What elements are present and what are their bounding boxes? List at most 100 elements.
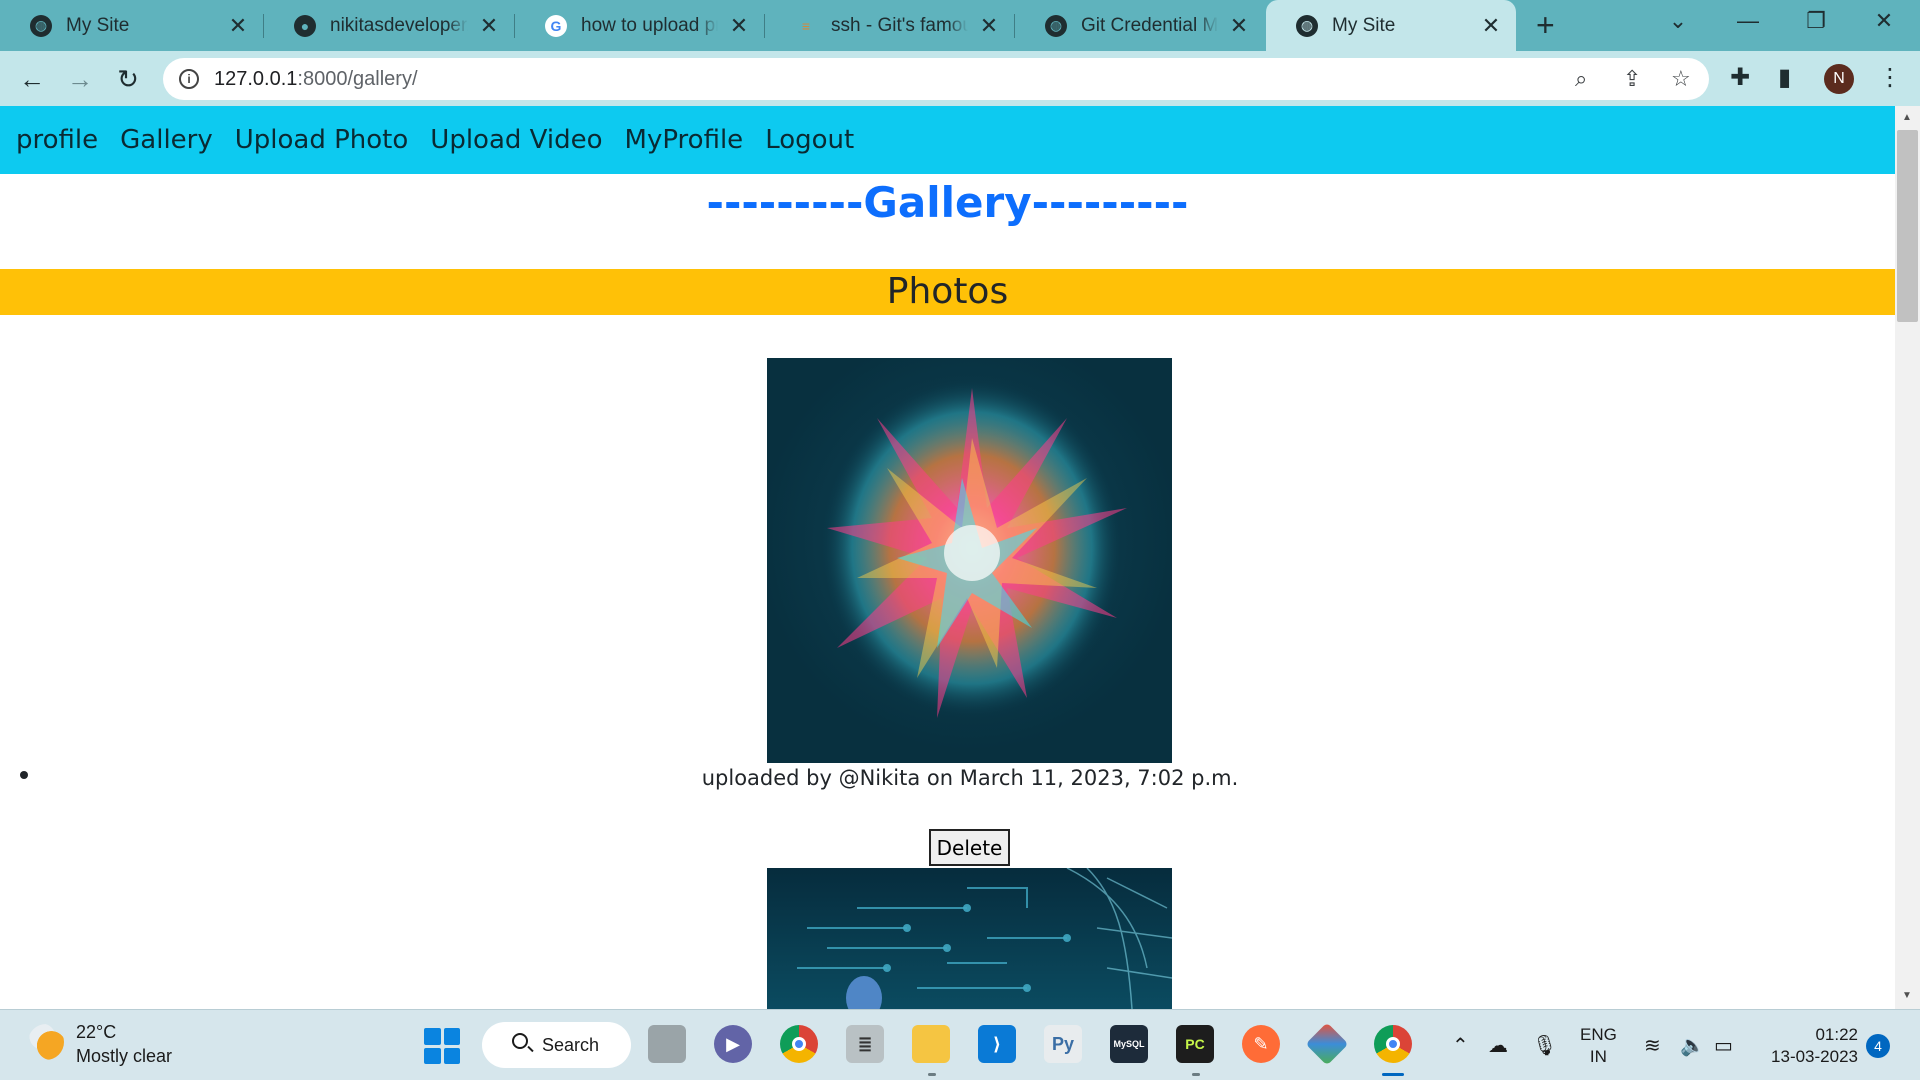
nav-link-profile[interactable]: profile — [16, 125, 98, 155]
language-code: ENG — [1580, 1025, 1617, 1044]
site-info-icon[interactable]: i — [179, 69, 199, 89]
extensions-icon[interactable]: ✚ — [1730, 63, 1750, 92]
address-bar[interactable]: i 127.0.0.1:8000/gallery/ ⌕ ⇪ ☆ — [163, 58, 1709, 100]
battery-icon[interactable]: ▭ — [1714, 1010, 1733, 1080]
taskbar-search[interactable]: Search — [482, 1022, 631, 1068]
globe-icon: ◍ — [1045, 14, 1067, 37]
gallery-photo — [767, 358, 1172, 763]
browser-tab[interactable]: G how to upload proj ✕ — [515, 0, 764, 51]
close-icon[interactable]: ✕ — [1228, 13, 1250, 39]
scroll-up-icon[interactable]: ▲ — [1902, 112, 1912, 123]
git-icon[interactable] — [1305, 1022, 1349, 1066]
back-button[interactable]: ← — [14, 61, 50, 97]
side-panel-icon[interactable]: ▮ — [1778, 63, 1791, 92]
profile-avatar[interactable]: N — [1824, 64, 1854, 94]
onedrive-error-icon[interactable]: ☁ — [1488, 1010, 1508, 1080]
new-tab-button[interactable]: + — [1536, 8, 1555, 42]
github-icon: ● — [294, 14, 316, 37]
clock-date: 13-03-2023 — [1771, 1047, 1858, 1066]
python-icon[interactable]: Py — [1044, 1025, 1082, 1063]
mysql-icon[interactable]: MySQL — [1110, 1025, 1148, 1063]
language-indicator[interactable]: ENG IN — [1580, 1024, 1617, 1068]
tab-title: My Site — [66, 14, 130, 36]
url-host: 127.0.0.1 — [214, 68, 298, 90]
page-viewport: profile Gallery Upload Photo Upload Vide… — [0, 106, 1895, 1009]
url-path: :8000/gallery/ — [297, 68, 418, 90]
browser-tab[interactable]: ≡ ssh - Git's famous " ✕ — [765, 0, 1014, 51]
stackoverflow-icon: ≡ — [801, 17, 811, 34]
browser-tab[interactable]: ● nikitasdeveloper/ga ✕ — [264, 0, 514, 51]
site-navbar: profile Gallery Upload Photo Upload Vide… — [0, 106, 1895, 174]
nav-link-gallery[interactable]: Gallery — [120, 125, 213, 155]
windows-taskbar: 22°C Mostly clear Search ▶ ≣ ⟩ Py MySQL … — [0, 1009, 1920, 1080]
region-code: IN — [1589, 1047, 1607, 1066]
close-icon[interactable]: ✕ — [978, 13, 1000, 39]
nav-link-upload-video[interactable]: Upload Video — [430, 125, 602, 155]
photo-caption: uploaded by @Nikita on March 11, 2023, 7… — [701, 766, 1239, 790]
clock-time: 01:22 — [1815, 1025, 1858, 1044]
weather-temperature[interactable]: 22°C — [76, 1022, 116, 1043]
hidden-icons-chevron-icon[interactable]: ⌃ — [1452, 1010, 1469, 1080]
tab-title: Git Credential Mana — [1081, 14, 1218, 36]
pycharm-icon[interactable]: PC — [1176, 1025, 1214, 1063]
tab-title: My Site — [1332, 14, 1396, 36]
globe-icon: ◍ — [1296, 14, 1318, 37]
notification-badge[interactable]: 4 — [1866, 1034, 1890, 1058]
scroll-thumb[interactable] — [1897, 130, 1918, 322]
chrome-active-icon[interactable] — [1374, 1025, 1412, 1063]
close-icon[interactable]: ✕ — [227, 13, 249, 39]
system-clock[interactable]: 01:22 13-03-2023 — [1762, 1024, 1858, 1068]
page-title: ---------Gallery--------- — [706, 178, 1189, 227]
nav-link-myprofile[interactable]: MyProfile — [625, 125, 744, 155]
microphone-icon[interactable]: 🎙 — [1532, 1010, 1557, 1080]
weather-condition[interactable]: Mostly clear — [76, 1046, 172, 1067]
browser-tab-active[interactable]: ◍ My Site ✕ — [1266, 0, 1516, 51]
browser-tab[interactable]: ◍ My Site ✕ — [0, 0, 263, 51]
google-icon: G — [545, 14, 567, 37]
active-indicator — [1382, 1073, 1404, 1076]
forward-button[interactable]: → — [62, 61, 98, 97]
nav-link-upload-photo[interactable]: Upload Photo — [235, 125, 409, 155]
nav-link-logout[interactable]: Logout — [765, 125, 854, 155]
zoom-icon[interactable]: ⌕ — [1575, 66, 1587, 92]
close-icon[interactable]: ✕ — [478, 13, 500, 39]
chrome-icon[interactable] — [780, 1025, 818, 1063]
gallery-photo — [767, 868, 1172, 1009]
delete-button[interactable]: Delete — [929, 829, 1010, 866]
minimize-button[interactable]: — — [1718, 0, 1778, 42]
reload-button[interactable]: ↻ — [110, 61, 146, 97]
close-icon[interactable]: ✕ — [1480, 13, 1502, 39]
file-explorer-icon[interactable] — [912, 1025, 950, 1063]
database-icon[interactable]: ≣ — [846, 1025, 884, 1063]
share-icon[interactable]: ⇪ — [1623, 66, 1641, 92]
menu-icon[interactable]: ⋮ — [1878, 63, 1902, 92]
close-window-button[interactable]: ✕ — [1854, 0, 1914, 42]
tab-title: how to upload proj — [581, 14, 718, 36]
tab-title: ssh - Git's famous " — [831, 14, 968, 36]
teams-icon[interactable]: ▶ — [714, 1025, 752, 1063]
url-text[interactable]: 127.0.0.1:8000/gallery/ — [214, 68, 418, 91]
bookmark-star-icon[interactable]: ☆ — [1671, 66, 1691, 92]
vscode-icon[interactable]: ⟩ — [978, 1025, 1016, 1063]
browser-tabstrip: ◍ My Site ✕ ● nikitasdeveloper/ga ✕ G ho… — [0, 0, 1920, 51]
running-indicator — [1192, 1073, 1200, 1076]
start-button[interactable] — [424, 1028, 460, 1064]
tab-title: nikitasdeveloper/ga — [330, 14, 468, 36]
restore-button[interactable]: ❐ — [1786, 0, 1846, 42]
tab-search-chevron-icon[interactable]: ⌄ — [1648, 0, 1708, 42]
page-scrollbar[interactable]: ▲ ▼ — [1895, 106, 1920, 1009]
running-indicator — [928, 1073, 936, 1076]
section-title-photos: Photos — [0, 269, 1895, 315]
postman-icon[interactable]: ✎ — [1242, 1025, 1280, 1063]
close-icon[interactable]: ✕ — [728, 13, 750, 39]
circuit-board-image — [797, 868, 1172, 1009]
color-powder-explosion-image — [822, 378, 1127, 718]
globe-icon: ◍ — [30, 14, 52, 37]
weather-moon-icon[interactable] — [28, 1024, 64, 1060]
browser-tab[interactable]: ◍ Git Credential Mana ✕ — [1015, 0, 1264, 51]
scroll-down-icon[interactable]: ▼ — [1902, 990, 1912, 1001]
task-view-icon[interactable] — [648, 1025, 686, 1063]
search-icon — [512, 1033, 528, 1049]
wifi-icon[interactable]: ≋ — [1644, 1010, 1661, 1080]
volume-icon[interactable]: 🔈 — [1680, 1010, 1705, 1080]
